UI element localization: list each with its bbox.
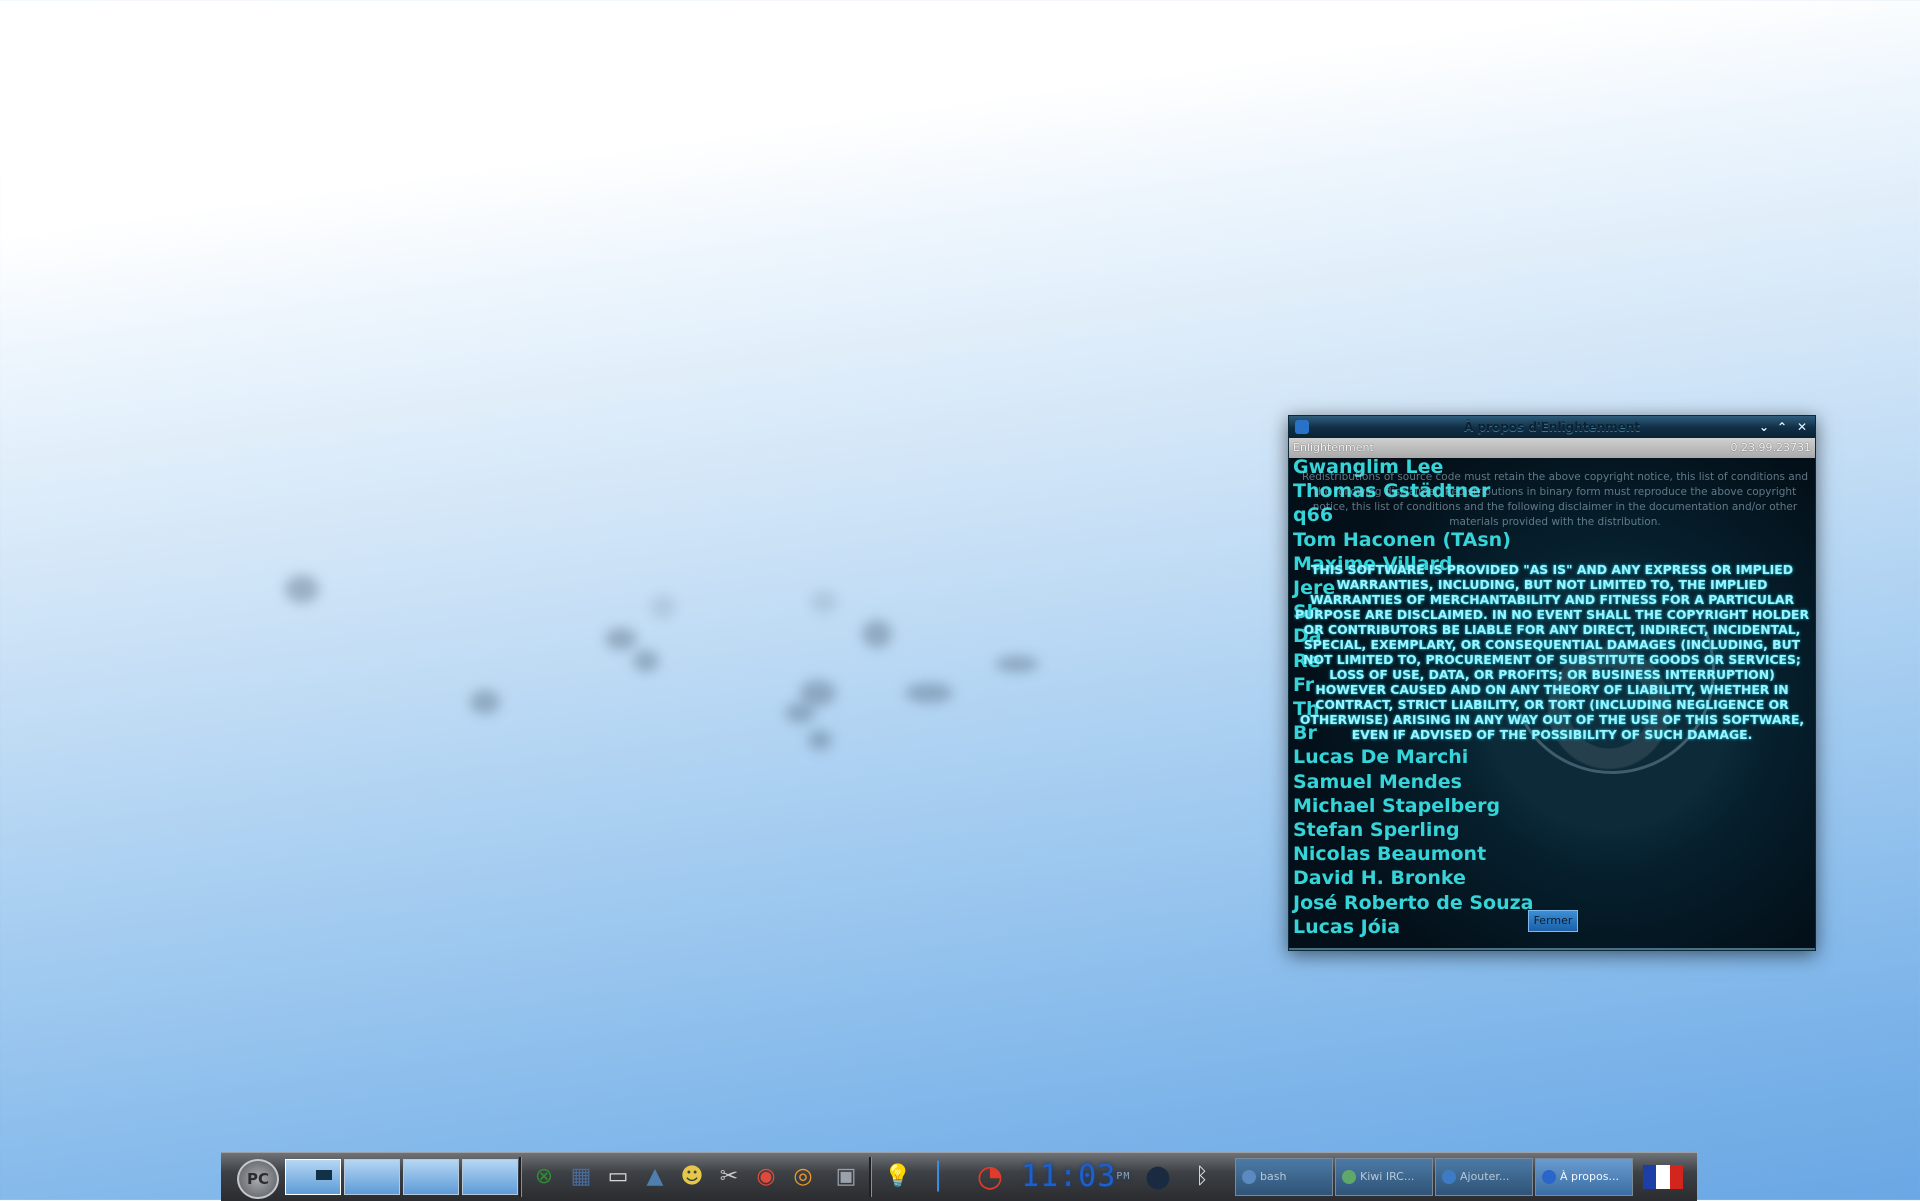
- desktop-1[interactable]: [285, 1159, 341, 1195]
- info-bar: Enlightenment 0.23.99.23731: [1289, 438, 1815, 458]
- lightbulb-icon[interactable]: 💡: [881, 1159, 915, 1195]
- terminal-launcher-icon[interactable]: ▭: [601, 1159, 635, 1195]
- desktop-pager: [285, 1157, 518, 1197]
- task-button[interactable]: À propos...: [1535, 1158, 1633, 1196]
- shelf-separator: [519, 1157, 522, 1197]
- task-button[interactable]: Ajouter...: [1435, 1158, 1533, 1196]
- close-window-button[interactable]: ✕: [1793, 418, 1811, 436]
- task-label: Kiwi IRC...: [1360, 1170, 1415, 1183]
- wallpaper-blob: [650, 595, 676, 619]
- wallpaper-blob: [810, 590, 838, 614]
- wallpaper-blob: [995, 656, 1039, 672]
- contributor-name: Lucas De Marchi: [1293, 746, 1469, 769]
- contributor-name: Michael Stapelberg: [1293, 794, 1501, 817]
- contributor-name: David H. Bronke: [1293, 867, 1466, 890]
- about-content: Gwanglim Lee Thomas Gstädtner q66 Tom Hacon…: [1289, 458, 1815, 948]
- swirl-launcher-icon[interactable]: ◎: [786, 1159, 820, 1195]
- desktop-2[interactable]: [344, 1159, 400, 1195]
- flag-stripe: [1669, 1165, 1683, 1189]
- maximize-button[interactable]: ⌃: [1773, 418, 1791, 436]
- file-manager-launcher-icon[interactable]: ▲: [638, 1159, 672, 1195]
- wallpaper-blob: [633, 650, 659, 672]
- clock-time: 11:03: [1021, 1159, 1117, 1194]
- contributor-name: Samuel Mendes: [1293, 770, 1462, 793]
- wallpaper-blob: [605, 628, 637, 650]
- task-app-icon: [1242, 1170, 1256, 1184]
- minimize-button[interactable]: ⌄: [1755, 418, 1773, 436]
- desktop-3[interactable]: [403, 1159, 459, 1195]
- window-title: À propos d'Enlightenment: [1463, 420, 1641, 434]
- task-button[interactable]: Kiwi IRC...: [1335, 1158, 1433, 1196]
- shelf-separator: [869, 1157, 872, 1197]
- wallpaper-blob: [470, 690, 500, 714]
- task-button[interactable]: bash: [1235, 1158, 1333, 1196]
- xbox-launcher-icon[interactable]: ⊗: [527, 1159, 561, 1195]
- clock-ampm: PM: [1116, 1171, 1131, 1182]
- desktop-4[interactable]: [462, 1159, 518, 1195]
- task-app-icon: [1542, 1170, 1556, 1184]
- about-window: À propos d'Enlightenment ⌄ ⌃ ✕ Enlighten…: [1288, 415, 1816, 951]
- app-name: Enlightenment: [1293, 441, 1374, 454]
- shelf: PC ⊗ ▦ ▭ ▲ ☻ ✂ ◉ ◎ ▣ 💡 │ ◔ 11:03PM ● ᛒ bash Kiwi …: [221, 1152, 1697, 1201]
- speaker-icon[interactable]: ●: [1141, 1159, 1175, 1195]
- flag-stripe: [1643, 1165, 1657, 1189]
- settings-launcher-icon[interactable]: ✂: [712, 1159, 746, 1195]
- wallpaper-blob: [785, 703, 815, 723]
- task-label: bash: [1260, 1170, 1287, 1183]
- bluetooth-icon[interactable]: ᛒ: [1185, 1159, 1219, 1195]
- contributor-name: Tom Haconen (TAsn): [1293, 528, 1511, 551]
- wallpaper-blob: [808, 730, 832, 750]
- contributor-name: Lucas Jóia: [1293, 915, 1401, 938]
- task-label: À propos...: [1560, 1170, 1619, 1183]
- window-thumbnail: [316, 1170, 332, 1180]
- flag-stripe: [1656, 1165, 1670, 1189]
- window-titlebar[interactable]: À propos d'Enlightenment ⌄ ⌃ ✕: [1289, 416, 1815, 438]
- wallpaper-blob: [800, 680, 836, 706]
- thermometer-icon[interactable]: │: [921, 1159, 955, 1195]
- task-app-icon: [1442, 1170, 1456, 1184]
- task-app-icon: [1342, 1170, 1356, 1184]
- start-menu-button[interactable]: PC: [237, 1159, 279, 1199]
- network-launcher-icon[interactable]: ▦: [564, 1159, 598, 1195]
- wallpaper-blob: [285, 575, 319, 603]
- contributor-name: Stefan Sperling: [1293, 819, 1460, 842]
- license-disclaimer: THIS SOFTWARE IS PROVIDED "AS IS" AND AN…: [1295, 562, 1809, 742]
- keyboard-layout-flag[interactable]: [1643, 1165, 1683, 1189]
- clock[interactable]: 11:03PM: [1021, 1153, 1129, 1201]
- wallpaper-blob: [862, 620, 892, 648]
- window-bottom-edge: [1289, 948, 1815, 950]
- fermer-button[interactable]: Fermer: [1528, 910, 1578, 932]
- license-text: Redistributions of source code must reta…: [1301, 471, 1809, 528]
- wallpaper-blob: [905, 683, 953, 703]
- task-label: Ajouter...: [1460, 1170, 1510, 1183]
- contributor-name: José Roberto de Souza: [1293, 891, 1534, 914]
- version-label: 0.23.99.23731: [1730, 441, 1811, 454]
- chrome-launcher-icon[interactable]: ◉: [749, 1159, 783, 1195]
- mascot-launcher-icon[interactable]: ☻: [675, 1159, 709, 1195]
- screenshot-launcher-icon[interactable]: ▣: [829, 1159, 863, 1195]
- cpu-gauge-icon[interactable]: ◔: [969, 1159, 1011, 1195]
- contributor-name: Nicolas Beaumont: [1293, 843, 1487, 866]
